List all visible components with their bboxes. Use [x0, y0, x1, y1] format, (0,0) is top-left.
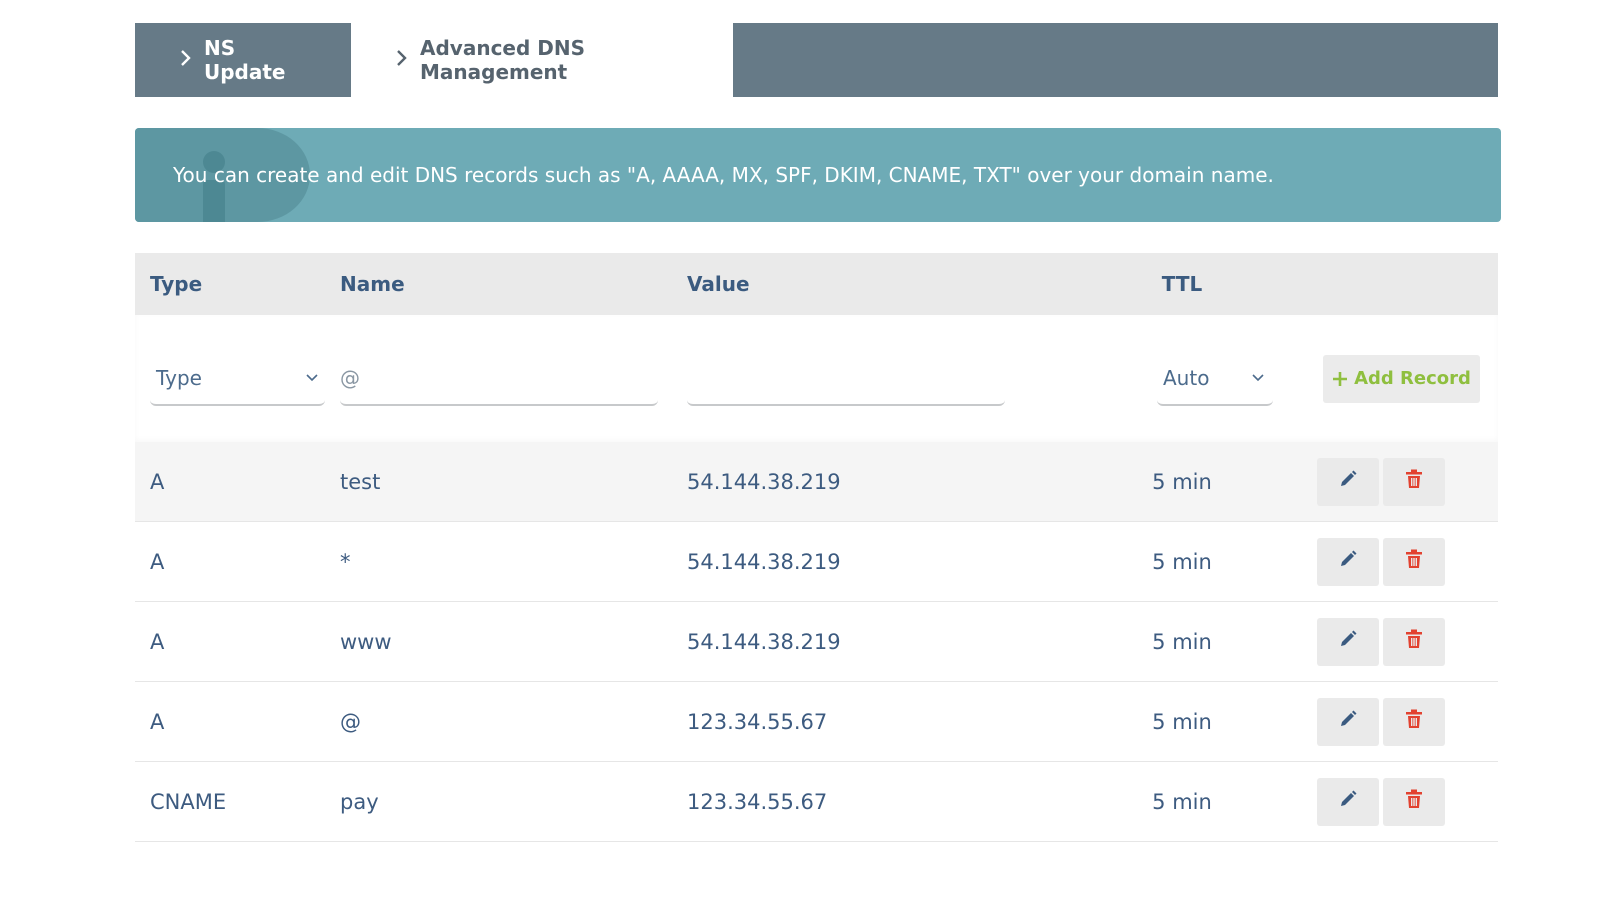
new-record-form: Type @ Auto Add Record [135, 315, 1498, 442]
info-text: You can create and edit DNS records such… [173, 163, 1274, 187]
info-banner: You can create and edit DNS records such… [135, 128, 1501, 222]
add-record-label: Add Record [1354, 368, 1471, 389]
record-type: CNAME [150, 789, 227, 814]
record-name: test [340, 469, 381, 494]
record-actions [1267, 457, 1498, 506]
record-type: A [150, 629, 165, 654]
record-name: @ [340, 709, 361, 734]
value-cell [687, 351, 1097, 406]
plus-icon [1332, 365, 1348, 393]
pencil-icon [1338, 469, 1358, 494]
record-name: pay [340, 789, 379, 814]
header-value: Value [687, 272, 750, 296]
table-row: CNAME pay 123.34.55.67 5 min [135, 762, 1498, 842]
trash-icon [1405, 709, 1423, 734]
delete-record-button[interactable] [1382, 617, 1445, 666]
tab-ns-update[interactable]: NS Update [135, 23, 351, 97]
header-type: Type [150, 272, 203, 296]
trash-icon [1405, 469, 1423, 494]
record-value: 123.34.55.67 [687, 709, 828, 734]
delete-record-button[interactable] [1382, 697, 1445, 746]
record-actions [1267, 777, 1498, 826]
name-input[interactable]: @ [340, 351, 658, 406]
record-type: A [150, 709, 165, 734]
chevron-down-icon [1251, 367, 1265, 388]
record-actions [1267, 697, 1498, 746]
delete-record-button[interactable] [1382, 457, 1445, 506]
table-row: A www 54.144.38.219 5 min [135, 602, 1498, 682]
edit-record-button[interactable] [1316, 617, 1379, 666]
name-cell: @ [340, 351, 687, 406]
record-type: A [150, 549, 165, 574]
trash-icon [1405, 789, 1423, 814]
record-ttl: 5 min [1152, 789, 1212, 814]
record-name: www [340, 629, 392, 654]
chevron-right-icon [180, 49, 192, 71]
record-value: 123.34.55.67 [687, 789, 828, 814]
record-actions [1267, 617, 1498, 666]
records-list: A test 54.144.38.219 5 min A * 54.144.38… [135, 442, 1498, 842]
record-ttl: 5 min [1152, 549, 1212, 574]
tab-label: NS Update [204, 36, 286, 84]
table-row: A @ 123.34.55.67 5 min [135, 682, 1498, 762]
delete-record-button[interactable] [1382, 537, 1445, 586]
type-select-value: Type [156, 365, 202, 390]
record-name: * [340, 549, 351, 574]
edit-record-button[interactable] [1316, 777, 1379, 826]
ttl-select-value: Auto [1163, 365, 1210, 390]
header-ttl: TTL [1161, 272, 1203, 296]
edit-record-button[interactable] [1316, 457, 1379, 506]
value-input[interactable] [687, 351, 1005, 406]
dns-records-table: Type Name Value TTL Type @ Auto Add Reco… [135, 253, 1498, 842]
edit-record-button[interactable] [1316, 537, 1379, 586]
edit-record-button[interactable] [1316, 697, 1379, 746]
record-value: 54.144.38.219 [687, 629, 841, 654]
table-row: A test 54.144.38.219 5 min [135, 442, 1498, 522]
pencil-icon [1338, 789, 1358, 814]
record-ttl: 5 min [1152, 469, 1212, 494]
pencil-icon [1338, 709, 1358, 734]
table-row: A * 54.144.38.219 5 min [135, 522, 1498, 602]
tab-advanced-dns-management[interactable]: Advanced DNS Management [351, 23, 733, 97]
ttl-select[interactable]: Auto [1157, 351, 1273, 406]
add-record-button[interactable]: Add Record [1323, 354, 1480, 403]
type-cell: Type [135, 351, 340, 406]
header-name: Name [340, 272, 405, 296]
chevron-down-icon [305, 367, 319, 388]
record-value: 54.144.38.219 [687, 549, 841, 574]
table-header: Type Name Value TTL [135, 253, 1498, 315]
record-value: 54.144.38.219 [687, 469, 841, 494]
trash-icon [1405, 629, 1423, 654]
ttl-cell: Auto [1097, 351, 1273, 406]
type-select[interactable]: Type [150, 351, 325, 406]
tab-bar-filler [733, 23, 1498, 97]
chevron-right-icon [396, 49, 408, 71]
trash-icon [1405, 549, 1423, 574]
record-type: A [150, 469, 165, 494]
tab-label: Advanced DNS Management [420, 36, 586, 84]
name-placeholder: @ [340, 365, 360, 390]
record-actions [1267, 537, 1498, 586]
pencil-icon [1338, 549, 1358, 574]
record-ttl: 5 min [1152, 629, 1212, 654]
record-ttl: 5 min [1152, 709, 1212, 734]
tab-bar: NS Update Advanced DNS Management [135, 23, 1498, 97]
dns-management-panel: NS Update Advanced DNS Management You ca… [135, 23, 1501, 842]
delete-record-button[interactable] [1382, 777, 1445, 826]
pencil-icon [1338, 629, 1358, 654]
